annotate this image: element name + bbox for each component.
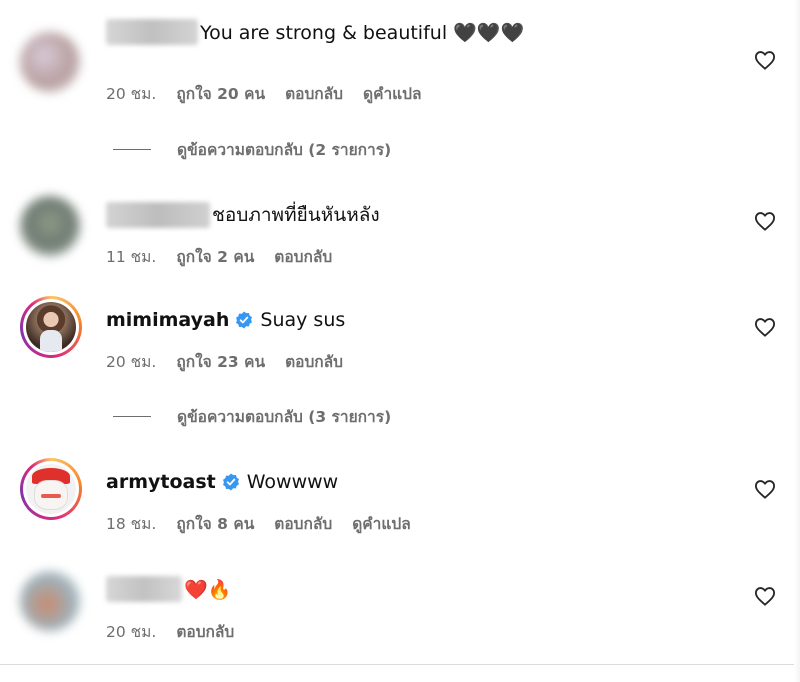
bottom-divider [0,664,800,665]
avatar-story-ring[interactable] [20,458,82,520]
username[interactable]: mimimayah [106,309,229,331]
username-blurred[interactable] [106,576,182,602]
reply-button[interactable]: ตอบกลับ [274,511,332,536]
likes-count-button[interactable]: ถูกใจ 2 คน [176,244,254,269]
likes-count-button[interactable]: ถูกใจ 23 คน [176,349,265,374]
comment-item: ❤️🔥 20 ชม. ตอบกลับ [0,561,800,651]
avatar[interactable] [20,196,80,256]
comment-time[interactable]: 18 ชม. [106,511,156,536]
heart-outline-icon[interactable] [754,211,776,231]
view-replies-button[interactable]: ดูข้อความตอบกลับ (3 รายการ) [113,404,391,428]
translate-button[interactable]: ดูคำแปล [363,81,421,106]
comment-item: mimimayah Suay sus 20 ชม. ถูกใจ 23 คน ตอ… [0,290,800,380]
comment-time[interactable]: 20 ชม. [106,619,156,644]
likes-count-button[interactable]: ถูกใจ 20 คน [176,81,265,106]
reply-button[interactable]: ตอบกลับ [176,619,234,644]
username-blurred[interactable] [106,202,210,228]
verified-badge-icon [222,473,239,491]
comment-time[interactable]: 20 ชม. [106,349,156,374]
comment-item: ชอบภาพที่ยืนหันหลัง 11 ชม. ถูกใจ 2 คน ตอ… [0,186,800,276]
likes-count-button[interactable]: ถูกใจ 8 คน [176,511,254,536]
reply-button[interactable]: ตอบกลับ [285,349,343,374]
heart-outline-icon[interactable] [754,586,776,606]
heart-outline-icon[interactable] [754,317,776,337]
comment-time[interactable]: 11 ชม. [106,244,156,269]
avatar [26,302,76,352]
comment-text: Wowwww [246,471,339,493]
comment-text: ❤️🔥 [184,578,232,601]
username[interactable]: armytoast [106,471,216,493]
view-replies-label: ดูข้อความตอบกลับ (2 รายการ) [177,140,392,159]
replies-divider [113,148,151,150]
comment-text: You are strong & beautiful 🖤🖤🖤 [200,21,525,44]
avatar[interactable] [20,32,80,92]
comment-time[interactable]: 20 ชม. [106,81,156,106]
replies-divider [113,415,151,417]
heart-outline-icon[interactable] [754,50,776,70]
comment-text: Suay sus [260,309,346,331]
username-blurred[interactable] [106,19,198,45]
scroll-edge [794,0,800,682]
comment-text: ชอบภาพที่ยืนหันหลัง [212,204,380,226]
comment-item: You are strong & beautiful 🖤🖤🖤 20 ชม. ถู… [0,19,800,112]
comment-item: armytoast Wowwww 18 ชม. ถูกใจ 8 คน ตอบกล… [0,452,800,542]
view-replies-button[interactable]: ดูข้อความตอบกลับ (2 รายการ) [113,137,391,161]
heart-outline-icon[interactable] [754,479,776,499]
avatar[interactable] [20,571,80,631]
translate-button[interactable]: ดูคำแปล [352,511,410,536]
reply-button[interactable]: ตอบกลับ [274,244,332,269]
avatar-story-ring[interactable] [20,296,82,358]
view-replies-label: ดูข้อความตอบกลับ (3 รายการ) [177,407,392,426]
avatar [26,464,76,514]
reply-button[interactable]: ตอบกลับ [285,81,343,106]
verified-badge-icon [236,311,253,329]
